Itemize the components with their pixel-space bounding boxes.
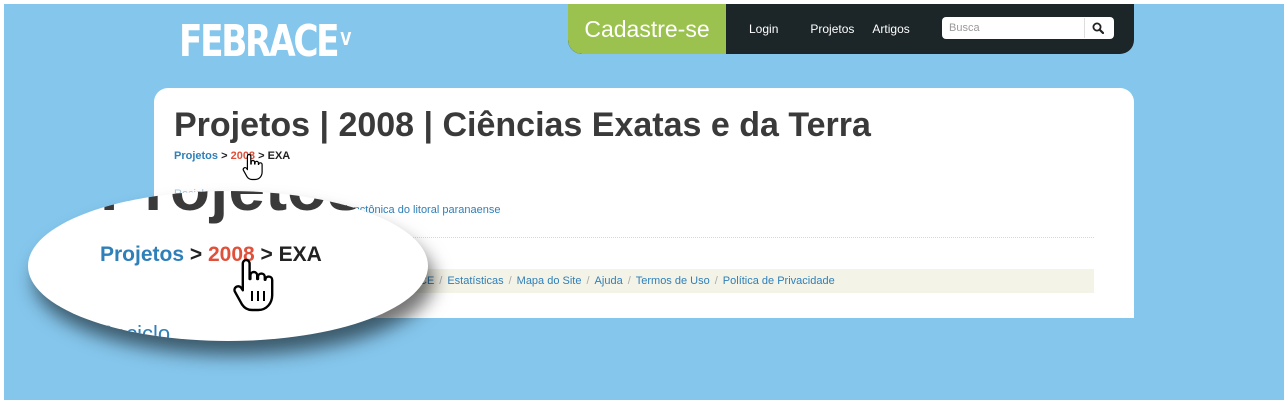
page-title: Projetos | 2008 | Ciências Exatas e da T… bbox=[174, 106, 871, 144]
footer-links: CE / Estatísticas / Mapa do Site / Ajuda… bbox=[174, 269, 1094, 293]
breadcrumb-projetos-link[interactable]: Projetos bbox=[174, 150, 218, 162]
footer-link-febrace[interactable]: CE bbox=[419, 275, 434, 287]
nav-articles-link[interactable]: Artigos bbox=[872, 22, 909, 36]
footer-separator: / bbox=[627, 275, 631, 287]
magnified-category-link: Reciclo bbox=[98, 321, 171, 341]
febrace-logo[interactable]: FEBRACE V bbox=[179, 18, 351, 66]
footer-separator: / bbox=[439, 275, 443, 287]
project-link[interactable]: planctônica do litoral paranaense bbox=[339, 204, 500, 216]
divider bbox=[174, 237, 1094, 238]
footer-separator: / bbox=[586, 275, 590, 287]
breadcrumb-current: EXA bbox=[267, 150, 291, 162]
breadcrumb-year-link[interactable]: 2008 bbox=[231, 150, 255, 162]
breadcrumb-separator: > bbox=[221, 150, 228, 162]
browser-viewport: FEBRACE V Cadastre-se Login Projetos Arti… bbox=[4, 4, 1284, 400]
footer-link-help[interactable]: Ajuda bbox=[595, 275, 623, 287]
footer-separator: / bbox=[714, 275, 718, 287]
footer-link-statistics[interactable]: Estatísticas bbox=[447, 275, 503, 287]
nav-login-link[interactable]: Login bbox=[749, 22, 778, 36]
signup-button[interactable]: Cadastre-se bbox=[568, 4, 726, 54]
search-button[interactable] bbox=[1084, 18, 1110, 38]
search-input[interactable] bbox=[942, 18, 1084, 38]
footer-link-privacy[interactable]: Política de Privacidade bbox=[723, 275, 835, 287]
top-navigation-bar: Cadastre-se Login Projetos Artigos bbox=[568, 4, 1134, 54]
breadcrumb-separator: > bbox=[258, 150, 265, 162]
footer-link-sitemap[interactable]: Mapa do Site bbox=[517, 275, 582, 287]
category-link[interactable]: Reciclo bbox=[174, 188, 210, 200]
footer-separator: / bbox=[508, 275, 512, 287]
breadcrumb: Projetos > 2008 > EXA bbox=[174, 150, 290, 162]
search-icon bbox=[1092, 22, 1104, 34]
footer-link-terms[interactable]: Termos de Uso bbox=[636, 275, 710, 287]
search-box bbox=[942, 17, 1114, 39]
nav-projects-link[interactable]: Projetos bbox=[810, 22, 854, 36]
content-card: Projetos | 2008 | Ciências Exatas e da T… bbox=[154, 88, 1134, 318]
